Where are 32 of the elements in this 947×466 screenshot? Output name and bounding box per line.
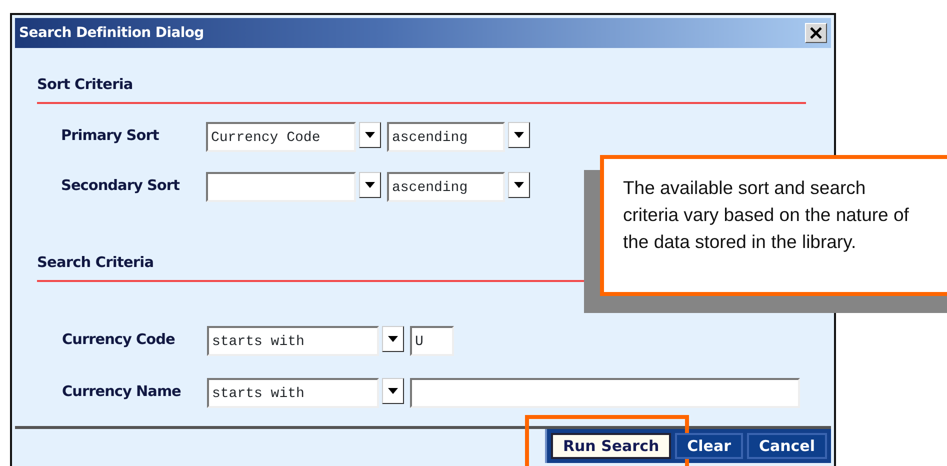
dropdown-field[interactable]: ascending xyxy=(387,122,505,152)
dropdown-button[interactable] xyxy=(382,326,404,352)
field-label: Secondary Sort xyxy=(61,176,181,196)
caret-icon xyxy=(388,336,398,342)
callout-text: The available sort and search criteria vary based on the nature of the data stored in the library. xyxy=(623,176,910,254)
window-title: Search Definition Dialog xyxy=(19,24,204,42)
section-heading: Sort Criteria xyxy=(37,75,806,104)
text-field[interactable] xyxy=(410,378,800,408)
caret-icon xyxy=(514,132,524,138)
dropdown-field[interactable]: ascending xyxy=(387,172,505,202)
caret-icon xyxy=(365,132,375,138)
dropdown-button[interactable] xyxy=(508,172,530,198)
dialog-button[interactable]: Clear xyxy=(675,433,743,459)
field-label: Primary Sort xyxy=(61,126,160,146)
text-field[interactable]: U xyxy=(410,326,454,356)
field-label: Currency Code xyxy=(62,330,176,350)
dropdown-button[interactable] xyxy=(508,122,530,148)
caret-icon xyxy=(365,182,375,188)
dropdown-field[interactable] xyxy=(206,172,356,202)
dropdown-field[interactable]: Currency Code xyxy=(206,122,356,152)
dropdown-button[interactable] xyxy=(382,378,404,404)
dropdown-field[interactable]: starts with xyxy=(207,326,379,356)
field-label: Currency Name xyxy=(62,382,182,402)
dropdown-field[interactable]: starts with xyxy=(207,378,379,408)
caret-icon xyxy=(388,388,398,394)
dropdown-button[interactable] xyxy=(359,122,381,148)
dialog-button[interactable]: Cancel xyxy=(746,433,827,459)
caret-icon xyxy=(514,182,524,188)
close-icon xyxy=(810,27,822,39)
dialog-button[interactable]: Run Search xyxy=(550,433,672,459)
dropdown-button[interactable] xyxy=(359,172,381,198)
close-button[interactable] xyxy=(805,23,827,43)
